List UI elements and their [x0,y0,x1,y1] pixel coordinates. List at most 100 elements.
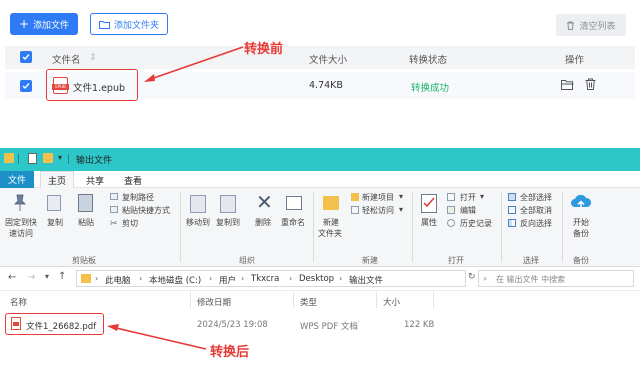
new-folder-quick-icon[interactable] [43,153,53,163]
copy-to-icon[interactable] [220,195,236,213]
add-file-button[interactable]: + 添加文件 [10,13,78,35]
quick-access-dropdown-icon[interactable]: ▾ [58,153,62,162]
invert-selection-label[interactable]: 反向选择 [520,218,552,229]
divider [562,192,563,262]
cloud-upload-icon[interactable] [570,194,592,212]
backup-label-2[interactable]: 备份 [573,228,589,239]
easy-access-icon[interactable] [351,206,359,214]
new-folder-icon[interactable] [323,196,339,210]
invert-selection-icon[interactable] [508,219,516,227]
paste-icon[interactable] [78,194,93,212]
easy-access-dropdown-icon[interactable]: ▾ [399,205,403,214]
column-modified[interactable]: 修改日期 [197,296,231,308]
new-item-icon[interactable] [351,193,359,201]
move-to-icon[interactable] [190,195,206,213]
column-name[interactable]: 名称 [10,296,27,308]
cut-label[interactable]: 剪切 [122,218,138,229]
delete-x-icon[interactable]: ✕ [256,192,273,212]
pin-label-2[interactable]: 速访问 [9,228,33,239]
annotation-after: 转换后 [210,345,250,360]
column-status: 转换状态 [409,55,448,66]
address-bar-row: ← → ▾ ↑ › 此电脑 › 本地磁盘 (C:) › 用户 › Tkxcra … [0,267,640,291]
row-checkbox[interactable] [20,80,32,92]
clear-list-button[interactable]: 清空列表 [556,14,626,36]
pin-label-1[interactable]: 固定到快 [5,217,37,228]
before-highlight-box [46,69,138,101]
refresh-icon[interactable]: ↻ [468,272,476,282]
scissors-icon[interactable]: ✂ [110,219,118,229]
copy-path-icon[interactable] [110,193,118,200]
properties-quick-icon[interactable] [28,153,37,164]
paste-shortcut-label[interactable]: 粘贴快捷方式 [122,205,170,216]
folder-icon [4,153,14,163]
title-bar: ▾ 输出文件 [0,148,640,171]
select-none-icon[interactable] [508,206,516,214]
path-segment[interactable]: 此电脑 [105,274,131,286]
path-segment[interactable]: Desktop [299,274,334,284]
delete-label[interactable]: 删除 [255,217,271,228]
path-segment[interactable]: 本地磁盘 (C:) [149,274,201,286]
rename-icon[interactable] [286,196,302,210]
move-to-label[interactable]: 移动到 [186,217,210,228]
path-segment[interactable]: Tkxcra [251,274,279,284]
address-bar[interactable]: › 此电脑 › 本地磁盘 (C:) › 用户 › Tkxcra › Deskto… [76,270,466,287]
tab-home[interactable]: 主页 [40,171,74,188]
clipboard-group-label: 剪贴板 [72,256,96,265]
backup-label-1[interactable]: 开始 [573,217,589,228]
new-item-dropdown-icon[interactable]: ▾ [399,192,403,201]
path-segment[interactable]: 用户 [219,274,236,286]
path-segment[interactable]: 输出文件 [349,274,383,286]
divider [68,154,69,164]
select-all-icon[interactable] [508,193,516,201]
copy-label[interactable]: 复制 [47,217,63,228]
add-folder-button[interactable]: 添加文件夹 [90,13,168,35]
open-icon[interactable] [447,193,455,201]
folder-icon [81,274,91,283]
open-folder-icon[interactable] [561,79,574,90]
copy-path-label[interactable]: 复制路径 [122,192,154,203]
divider [412,192,413,262]
tab-file[interactable]: 文件 [0,171,34,188]
select-group-label: 选择 [523,256,539,265]
edit-label[interactable]: 编辑 [460,205,476,216]
annotation-arrow-before [144,46,244,82]
path-separator: › [289,274,293,283]
history-icon[interactable] [447,219,455,227]
rename-label[interactable]: 重命名 [281,217,305,228]
history-label[interactable]: 历史记录 [460,218,492,229]
properties-label[interactable]: 属性 [421,217,437,228]
column-type[interactable]: 类型 [300,296,317,308]
tab-share[interactable]: 共享 [86,174,104,187]
delete-icon[interactable] [585,78,596,90]
paste-label[interactable]: 粘贴 [78,217,94,228]
open-dropdown-icon[interactable]: ▾ [480,192,484,201]
up-icon[interactable]: ↑ [58,271,66,282]
sort-icon[interactable]: ⇕ [89,52,97,63]
path-separator: › [209,274,213,283]
new-item-label[interactable]: 新建项目 [362,192,394,203]
select-all-label[interactable]: 全部选择 [520,192,552,203]
new-group-label: 新建 [362,256,378,265]
back-icon[interactable]: ← [8,272,16,283]
recent-dropdown-icon[interactable]: ▾ [45,272,49,281]
tab-view[interactable]: 查看 [124,174,142,187]
paste-shortcut-icon[interactable] [110,206,118,213]
converter-app: + 添加文件 添加文件夹 清空列表 文件名 ⇕ 文件大小 转换状态 操作 EPU… [0,0,640,148]
new-folder-label-2[interactable]: 文件夹 [318,228,342,239]
pin-icon[interactable] [13,194,27,212]
select-all-checkbox[interactable] [20,51,32,63]
copy-to-label[interactable]: 复制到 [216,217,240,228]
select-none-label[interactable]: 全部取消 [520,205,552,216]
search-box[interactable]: ⌕ 在 输出文件 中搜索 [478,270,634,287]
properties-icon[interactable] [421,194,437,213]
easy-access-label[interactable]: 轻松访问 [362,205,394,216]
edit-icon[interactable] [447,206,455,214]
forward-icon[interactable]: → [27,272,35,283]
open-label[interactable]: 打开 [460,192,476,203]
copy-icon[interactable] [47,195,61,211]
path-separator: › [95,274,99,283]
divider [18,154,19,164]
file-explorer-window: ▾ 输出文件 文件 主页 共享 查看 固定到快 速访问 复制 粘贴 复制路径 粘… [0,148,640,375]
new-folder-label-1[interactable]: 新建 [323,217,339,228]
column-size[interactable]: 大小 [383,296,400,308]
